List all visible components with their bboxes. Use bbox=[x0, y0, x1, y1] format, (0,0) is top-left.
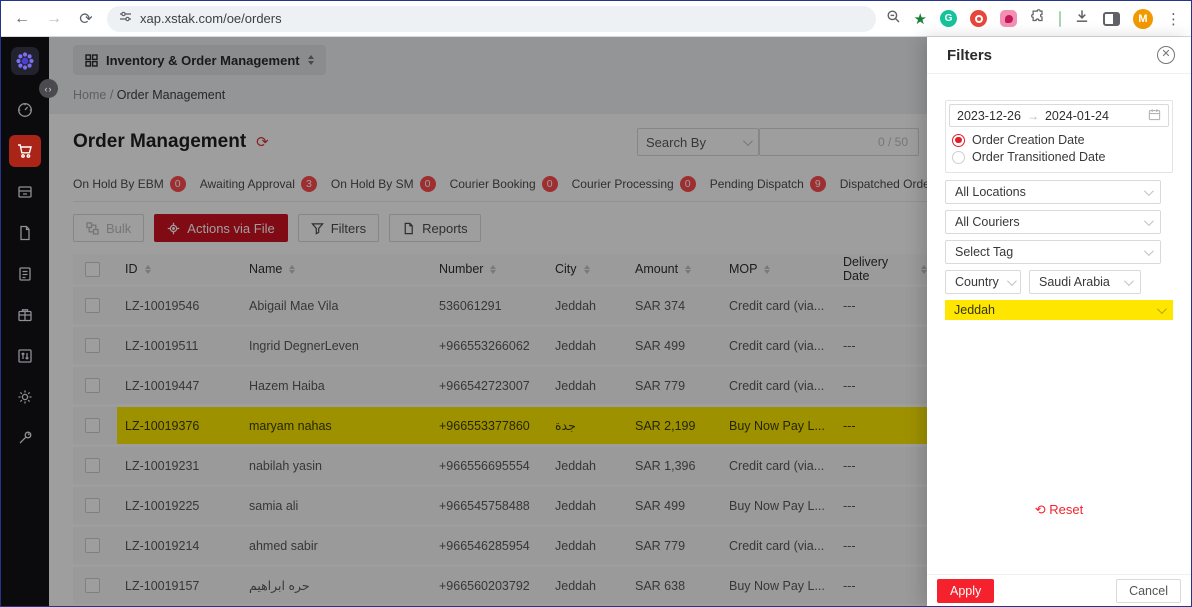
drawer-mask[interactable] bbox=[49, 37, 927, 606]
arrow-right-icon: → bbox=[1027, 109, 1039, 123]
red-extension-icon[interactable] bbox=[970, 10, 987, 27]
chevron-down-icon bbox=[1157, 304, 1167, 314]
calendar-icon bbox=[1148, 108, 1161, 124]
filter-select-value: Select Tag bbox=[955, 245, 1013, 259]
country-type-value: Country bbox=[955, 275, 999, 289]
radio-option[interactable]: Order Creation Date bbox=[952, 132, 1166, 148]
site-settings-icon[interactable] bbox=[119, 10, 132, 28]
profile-avatar[interactable]: M bbox=[1133, 9, 1153, 29]
side-panel-icon[interactable] bbox=[1103, 12, 1120, 26]
filter-select[interactable]: All Couriers bbox=[945, 210, 1161, 234]
filters-footer: Apply Cancel bbox=[927, 574, 1191, 606]
pink-extension-icon[interactable] bbox=[1000, 10, 1017, 27]
menu-dots-icon[interactable]: ⋮ bbox=[1166, 10, 1181, 28]
pos-panel-icon[interactable] bbox=[9, 176, 41, 208]
dashboard-icon[interactable] bbox=[9, 94, 41, 126]
chevron-down-icon bbox=[1007, 276, 1017, 286]
collapse-toggle-icon[interactable]: ‹› bbox=[39, 79, 58, 98]
screen: ← → ⟳ xap.xstak.com/oe/orders ★ G bbox=[0, 0, 1192, 607]
orders-cart-icon[interactable] bbox=[9, 135, 41, 167]
chevron-down-icon bbox=[1144, 246, 1154, 256]
bookmark-star-icon[interactable]: ★ bbox=[914, 10, 927, 28]
radio-icon[interactable] bbox=[952, 151, 965, 164]
filter-selects: All Locations All Couriers Select Tag bbox=[945, 180, 1173, 264]
radio-icon[interactable] bbox=[952, 134, 965, 147]
country-value: Saudi Arabia bbox=[1039, 275, 1110, 289]
radio-option[interactable]: Order Transitioned Date bbox=[952, 149, 1166, 165]
date-type-radio-group: Order Creation Date Order Transitioned D… bbox=[949, 127, 1169, 169]
reload-icon[interactable]: ⟳ bbox=[75, 9, 97, 29]
reset-link[interactable]: ⟲ Reset bbox=[927, 502, 1191, 518]
back-icon[interactable]: ← bbox=[11, 10, 33, 28]
address-bar[interactable]: xap.xstak.com/oe/orders bbox=[107, 6, 876, 32]
browser-toolbar: ← → ⟳ xap.xstak.com/oe/orders ★ G bbox=[1, 1, 1191, 37]
package-icon[interactable] bbox=[9, 299, 41, 331]
date-to[interactable]: 2024-01-24 bbox=[1045, 109, 1109, 123]
document-icon[interactable] bbox=[9, 217, 41, 249]
filter-select[interactable]: All Locations bbox=[945, 180, 1161, 204]
radio-label: Order Transitioned Date bbox=[972, 150, 1105, 164]
country-value-select[interactable]: Saudi Arabia bbox=[1029, 270, 1141, 294]
city-value: Jeddah bbox=[954, 303, 995, 317]
reset-icon: ⟲ bbox=[1035, 502, 1046, 517]
download-icon[interactable] bbox=[1074, 8, 1090, 29]
chevron-down-icon bbox=[1124, 276, 1134, 286]
city-select-highlighted[interactable]: Jeddah bbox=[945, 300, 1173, 320]
settings-gear-icon[interactable] bbox=[9, 381, 41, 413]
filters-body: 2023-12-26 → 2024-01-24 Order Creation D… bbox=[927, 74, 1191, 574]
zoom-icon[interactable] bbox=[886, 9, 901, 29]
date-filter-group: 2023-12-26 → 2024-01-24 Order Creation D… bbox=[945, 100, 1173, 173]
app-logo[interactable] bbox=[11, 47, 39, 75]
chevron-down-icon bbox=[1144, 186, 1154, 196]
filters-header: Filters ✕ bbox=[927, 37, 1191, 74]
app-frame: ‹› Inventory & Order Management Home / O… bbox=[1, 37, 1191, 606]
country-filter-row: Country Saudi Arabia bbox=[945, 270, 1161, 294]
date-range-picker[interactable]: 2023-12-26 → 2024-01-24 bbox=[949, 104, 1169, 127]
url-text: xap.xstak.com/oe/orders bbox=[140, 11, 282, 26]
close-icon[interactable]: ✕ bbox=[1157, 46, 1175, 64]
forward-icon[interactable]: → bbox=[43, 10, 65, 28]
chevron-down-icon bbox=[1144, 216, 1154, 226]
document-list-icon[interactable] bbox=[9, 258, 41, 290]
filters-title: Filters bbox=[947, 47, 992, 64]
filter-select[interactable]: Select Tag bbox=[945, 240, 1161, 264]
cancel-button[interactable]: Cancel bbox=[1116, 579, 1181, 603]
main-content: ‹› Inventory & Order Management Home / O… bbox=[49, 37, 927, 606]
transfer-icon[interactable] bbox=[9, 340, 41, 372]
tools-wrench-icon[interactable] bbox=[9, 422, 41, 454]
filter-select-value: All Couriers bbox=[955, 215, 1020, 229]
filters-drawer: Filters ✕ 2023-12-26 → 2024-01-24 bbox=[927, 37, 1191, 606]
toolbar-divider bbox=[1059, 11, 1061, 27]
date-from[interactable]: 2023-12-26 bbox=[957, 109, 1021, 123]
country-type-select[interactable]: Country bbox=[945, 270, 1021, 294]
app-sidebar bbox=[1, 37, 49, 606]
reset-label: Reset bbox=[1049, 502, 1083, 517]
apply-button[interactable]: Apply bbox=[937, 579, 994, 603]
filter-select-value: All Locations bbox=[955, 185, 1026, 199]
extensions-puzzle-icon[interactable] bbox=[1030, 8, 1046, 29]
radio-label: Order Creation Date bbox=[972, 133, 1085, 147]
browser-actions: ★ G M ⋮ bbox=[886, 8, 1181, 29]
grammarly-extension-icon[interactable]: G bbox=[940, 10, 957, 27]
